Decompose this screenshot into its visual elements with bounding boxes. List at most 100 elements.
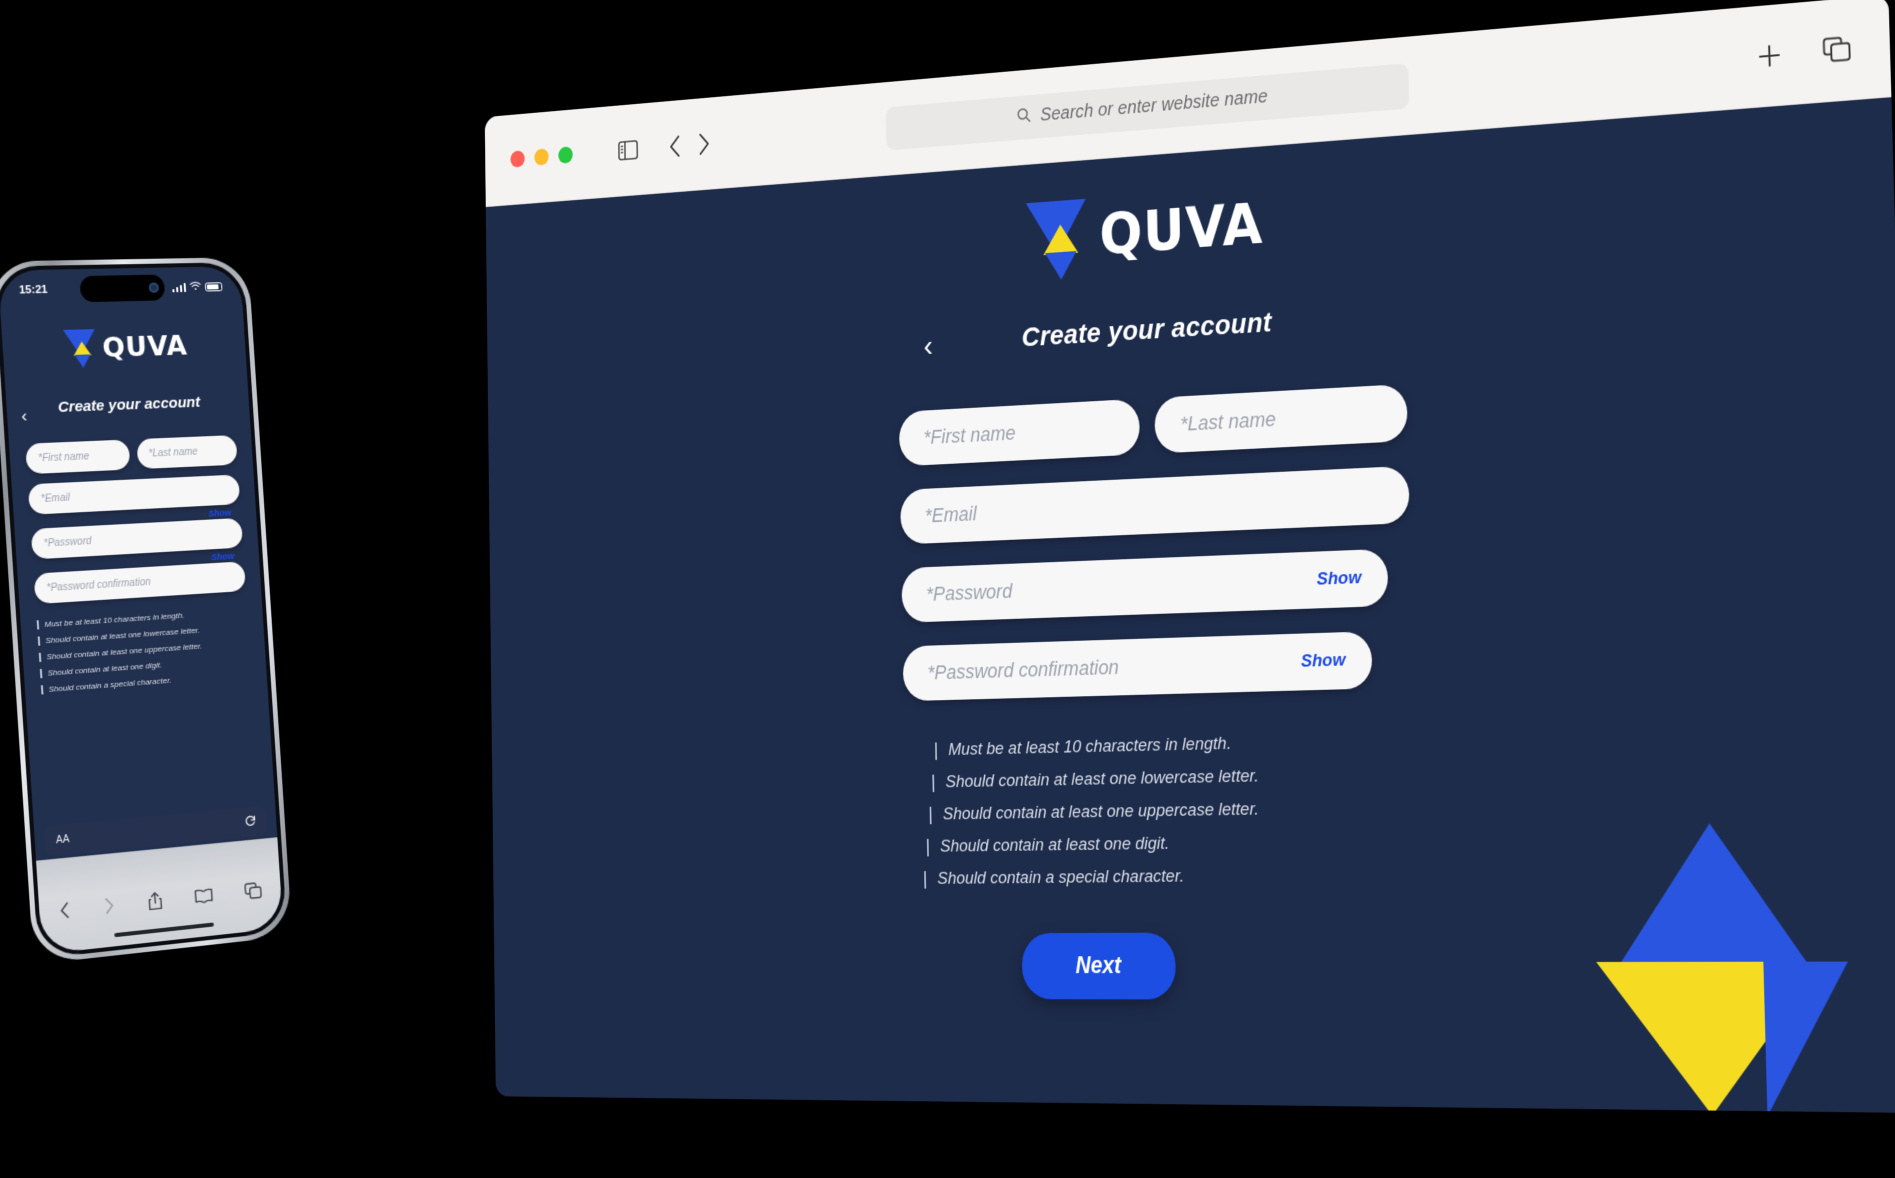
phone-screen: 15:21 QUVA ‹ Create your account *First … bbox=[0, 266, 284, 955]
password-show-toggle[interactable]: Show bbox=[1317, 568, 1362, 591]
requirement-item: Should contain at least one uppercase le… bbox=[929, 797, 1399, 825]
mobile-password-show-toggle[interactable]: Show bbox=[208, 508, 232, 519]
minimize-button[interactable] bbox=[534, 148, 549, 166]
mobile-page-title: Create your account bbox=[57, 393, 201, 417]
mobile-email-placeholder: *Email bbox=[40, 492, 71, 505]
blue-triangle-right-icon bbox=[1763, 961, 1853, 1114]
mobile-safari-toolbar: AA bbox=[36, 805, 284, 955]
battery-icon bbox=[204, 281, 223, 292]
plus-icon[interactable] bbox=[1756, 41, 1783, 71]
address-bar[interactable]: Search or enter website name bbox=[885, 62, 1410, 151]
mobile-password-confirmation-row: *Password confirmation Show bbox=[33, 551, 246, 605]
toolbar-right-actions bbox=[1756, 34, 1858, 70]
mobile-forward-button[interactable] bbox=[103, 897, 115, 920]
last-name-placeholder: *Last name bbox=[1180, 407, 1277, 436]
mobile-last-name-placeholder: *Last name bbox=[148, 446, 198, 460]
share-icon[interactable] bbox=[147, 891, 163, 917]
back-navigation-icon[interactable]: ‹ bbox=[923, 328, 933, 363]
bullet-bar-icon bbox=[40, 685, 43, 695]
password-confirmation-show-toggle[interactable]: Show bbox=[1301, 650, 1346, 672]
form-actions: Next bbox=[494, 930, 1782, 1001]
mobile-password-confirmation-input[interactable]: *Password confirmation Show bbox=[33, 551, 246, 605]
requirement-text: Must be at least 10 characters in length… bbox=[948, 733, 1232, 760]
bullet-bar-icon bbox=[36, 620, 39, 630]
window-controls[interactable] bbox=[510, 146, 573, 168]
navigation-buttons bbox=[668, 132, 710, 158]
bullet-bar-icon bbox=[37, 636, 40, 646]
signup-page: QUVA ‹ Create your account *First name *… bbox=[485, 97, 1895, 1114]
tab-overview-icon[interactable] bbox=[1822, 35, 1851, 65]
email-row: *Email bbox=[900, 465, 1410, 545]
zoom-button[interactable] bbox=[558, 146, 573, 164]
mobile-back-icon[interactable]: ‹ bbox=[21, 406, 28, 427]
browser-window: Search or enter website name QUVA ‹ Crea… bbox=[484, 0, 1895, 1114]
address-bar-placeholder: Search or enter website name bbox=[1039, 86, 1269, 126]
mobile-requirement-text: Should contain at least one digit. bbox=[47, 660, 163, 678]
status-bar: 15:21 bbox=[0, 266, 242, 305]
search-icon bbox=[1017, 106, 1031, 127]
requirement-text: Should contain a special character. bbox=[937, 866, 1185, 889]
password-requirements-list: Must be at least 10 characters in length… bbox=[920, 730, 1400, 890]
decorative-triangles bbox=[1593, 821, 1895, 1114]
mobile-address-bar[interactable]: AA bbox=[43, 805, 268, 857]
mobile-quva-logo: QUVA bbox=[2, 325, 247, 370]
name-row: *First name *Last name bbox=[898, 383, 1408, 467]
bullet-bar-icon bbox=[929, 806, 932, 824]
quva-triangle-logo-icon bbox=[1025, 198, 1087, 281]
next-button[interactable]: Next bbox=[1021, 932, 1177, 1000]
requirement-item: Must be at least 10 characters in length… bbox=[935, 730, 1397, 761]
password-placeholder: *Password bbox=[925, 579, 1013, 606]
quva-triangle-logo-icon bbox=[62, 329, 97, 368]
wifi-icon bbox=[189, 280, 201, 293]
book-icon[interactable] bbox=[194, 888, 214, 910]
first-name-placeholder: *First name bbox=[923, 421, 1016, 449]
bullet-bar-icon bbox=[39, 668, 42, 679]
tabs-icon[interactable] bbox=[244, 882, 263, 906]
dynamic-island bbox=[78, 274, 165, 303]
mobile-requirement-text: Should contain a special character. bbox=[48, 675, 172, 694]
mobile-password-placeholder: *Password bbox=[43, 535, 92, 550]
forward-button[interactable] bbox=[698, 132, 711, 156]
email-placeholder: *Email bbox=[924, 501, 977, 528]
password-input[interactable]: *Password Show bbox=[901, 548, 1389, 623]
home-indicator bbox=[113, 922, 214, 938]
email-input[interactable]: *Email bbox=[900, 465, 1410, 545]
mobile-page-header: ‹ Create your account bbox=[6, 392, 249, 426]
requirement-item: Should contain a special character. bbox=[924, 864, 1400, 889]
sidebar-toggle-icon[interactable] bbox=[618, 139, 638, 160]
first-name-input[interactable]: *First name bbox=[898, 398, 1141, 467]
brand-name: QUVA bbox=[1098, 191, 1264, 268]
mobile-first-name-placeholder: *First name bbox=[37, 450, 90, 465]
last-name-input[interactable]: *Last name bbox=[1154, 383, 1408, 454]
bullet-bar-icon bbox=[924, 870, 927, 889]
cellular-bars-icon bbox=[171, 282, 187, 292]
mobile-first-name-input[interactable]: *First name bbox=[25, 439, 131, 475]
requirement-text: Should contain at least one uppercase le… bbox=[942, 799, 1260, 825]
password-confirmation-placeholder: *Password confirmation bbox=[927, 655, 1120, 685]
password-confirmation-row: *Password confirmation Show bbox=[902, 630, 1414, 702]
mobile-phone-mockup: 15:21 QUVA ‹ Create your account *First … bbox=[0, 256, 335, 974]
text-size-button[interactable]: AA bbox=[56, 833, 70, 845]
requirement-item: Should contain at least one lowercase le… bbox=[932, 764, 1397, 793]
phone-bezel: 15:21 QUVA ‹ Create your account *First … bbox=[0, 262, 288, 959]
mobile-password-confirmation-placeholder: *Password confirmation bbox=[46, 576, 151, 594]
mobile-password-confirmation-show-toggle[interactable]: Show bbox=[211, 551, 235, 562]
mobile-requirement-text: Must be at least 10 characters in length… bbox=[44, 610, 185, 630]
desktop-browser-mockup: Search or enter website name QUVA ‹ Crea… bbox=[484, 0, 1895, 1164]
status-indicators bbox=[171, 280, 223, 294]
bullet-bar-icon bbox=[932, 774, 935, 792]
requirement-text: Should contain at least one digit. bbox=[939, 833, 1170, 857]
bullet-bar-icon bbox=[935, 742, 938, 760]
status-time: 15:21 bbox=[18, 283, 48, 297]
password-confirmation-input[interactable]: *Password confirmation Show bbox=[902, 631, 1373, 702]
blue-triangle-up-icon bbox=[1611, 821, 1814, 972]
phone-frame: 15:21 QUVA ‹ Create your account *First … bbox=[0, 257, 293, 965]
close-button[interactable] bbox=[510, 150, 525, 168]
screenshot-stage: Search or enter website name QUVA ‹ Crea… bbox=[0, 0, 1895, 1178]
mobile-last-name-input[interactable]: *Last name bbox=[135, 435, 238, 470]
back-button[interactable] bbox=[668, 134, 681, 158]
reload-icon[interactable] bbox=[244, 814, 256, 830]
mobile-back-button[interactable] bbox=[59, 901, 71, 924]
front-camera-icon bbox=[148, 282, 159, 293]
mobile-brand-name: QUVA bbox=[101, 330, 189, 364]
